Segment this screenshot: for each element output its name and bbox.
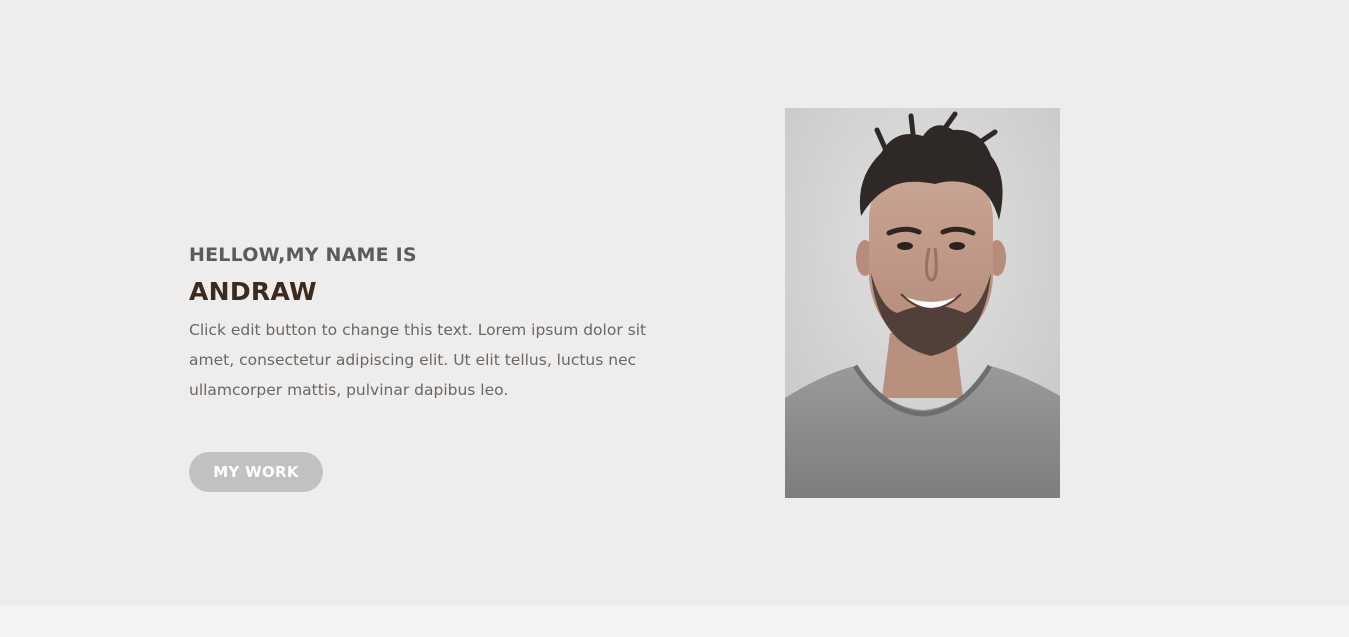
portrait-image	[785, 108, 1060, 498]
hero-section: HELLOW,MY NAME IS ANDRAW Click edit butt…	[0, 0, 1349, 606]
my-work-button[interactable]: MY WORK	[189, 452, 323, 492]
name-heading: ANDRAW	[189, 277, 317, 306]
footer-strip	[0, 606, 1349, 637]
portrait-illustration	[785, 108, 1060, 498]
bio-text: Click edit button to change this text. L…	[189, 321, 647, 399]
greeting-heading: HELLOW,MY NAME IS	[189, 244, 417, 266]
intro-block: HELLOW,MY NAME IS ANDRAW Click edit butt…	[189, 242, 669, 405]
